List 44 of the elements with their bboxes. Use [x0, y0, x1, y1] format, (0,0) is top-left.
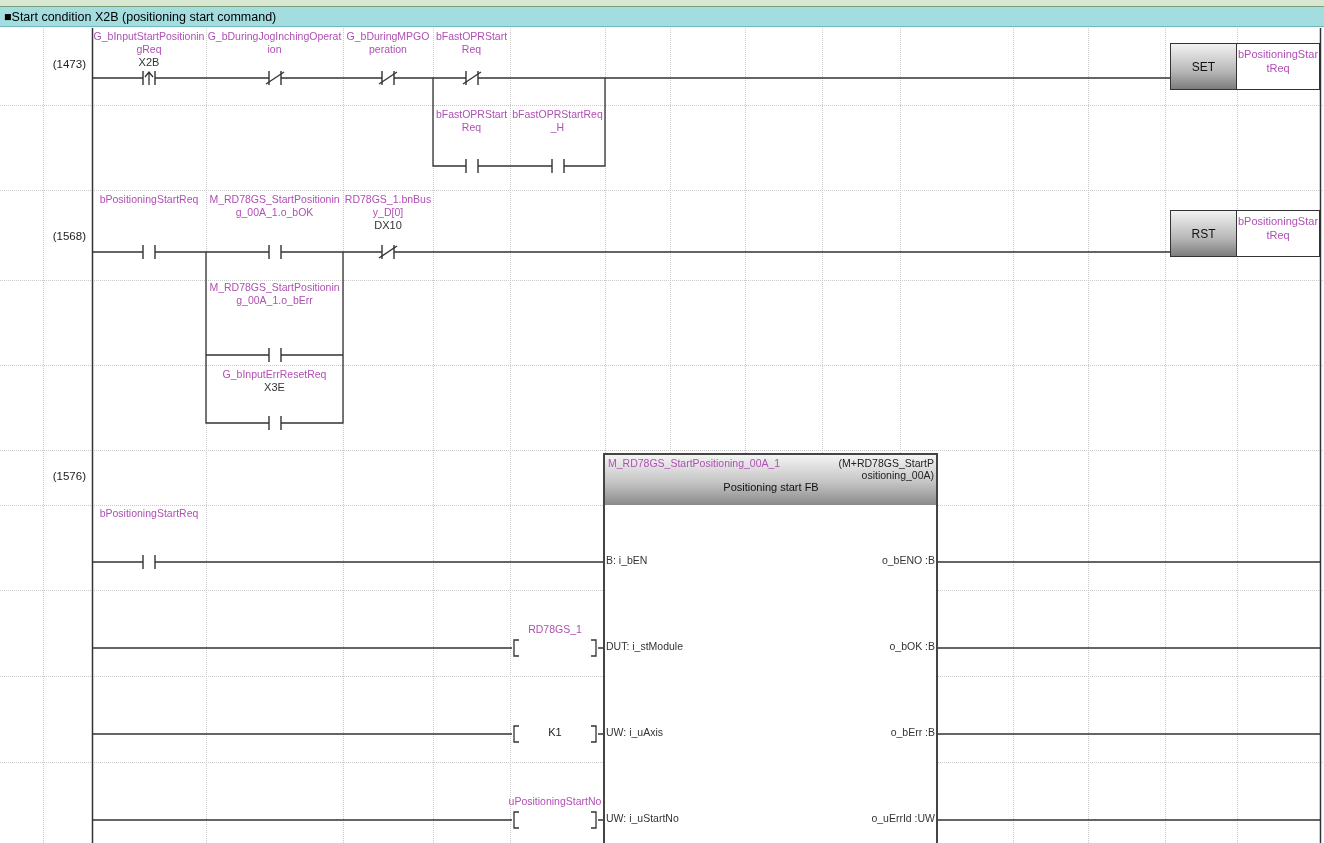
step-number: (1568)	[51, 230, 86, 242]
contact-icon	[139, 554, 159, 570]
variable-label: bFastOPRStartReq	[434, 30, 509, 56]
slashed-contact-icon	[264, 70, 285, 86]
step-number: (1473)	[51, 58, 86, 70]
section-title: ■Start condition X2B (positioning start command)	[0, 7, 1324, 27]
output-pin-label: o_bENO :B	[880, 554, 935, 566]
variable-label: bPositioningStartReq	[99, 193, 199, 206]
variable-label: RD78GS_1.bnBusy_D[0]	[344, 193, 432, 219]
function-block-type: (M+RD78GS_StartPositioning_00A)	[837, 457, 934, 481]
device-address: X3E	[264, 381, 285, 393]
variable-label: bPositioningStartReq	[99, 507, 199, 520]
slashed-contact-icon	[378, 70, 398, 86]
input-pin-label: B: i_bEN	[606, 554, 649, 566]
output-pin-label: o_bOK :B	[888, 640, 935, 652]
arrow-contact-icon	[139, 70, 159, 86]
operand-label: K1	[547, 726, 563, 739]
input-pin-label: UW: i_uAxis	[606, 726, 664, 738]
variable-label: M_RD78GS_StartPositioning_00A_1.o_bErr	[208, 281, 341, 307]
instance-name: M_RD78GS_StartPositioning_00A_1	[608, 457, 781, 469]
variable-label: G_bDuringJogInchingOperation	[207, 30, 342, 56]
slashed-contact-icon	[378, 244, 398, 260]
step-number: (1576)	[51, 470, 86, 482]
operand-cell: bPositioningStartReq	[1237, 210, 1320, 257]
variable-label: bFastOPRStartReq	[434, 108, 509, 134]
instruction-block: RST	[1170, 210, 1237, 257]
variable-label: G_bInputErrResetReq	[222, 368, 327, 381]
operand-cell: bPositioningStartReq	[1237, 43, 1320, 90]
output-pin-label: o_bErr :B	[889, 726, 935, 738]
instruction-block: SET	[1170, 43, 1237, 90]
function-block-comment: Positioning start FB	[722, 481, 820, 493]
slashed-contact-icon	[461, 70, 482, 86]
variable-label: M_RD78GS_StartPositioning_00A_1.o_bOK	[208, 193, 341, 219]
contact-icon	[139, 244, 159, 260]
device-address: X2B	[138, 56, 160, 68]
variable-label: bFastOPRStartReq_H	[511, 108, 604, 134]
input-pin-label: DUT: i_stModule	[606, 640, 685, 652]
operand-label: RD78GS_1	[527, 623, 583, 636]
operand-label: uPositioningStartNo	[508, 795, 602, 808]
device-address: DX10	[374, 219, 402, 231]
variable-label: G_bDuringMPGOperation	[345, 30, 431, 56]
input-pin-label: UW: i_uStartNo	[606, 812, 680, 824]
output-pin-label: o_uErrId :UW	[870, 812, 935, 824]
variable-label: G_bInputStartPositioningReq	[93, 30, 205, 56]
